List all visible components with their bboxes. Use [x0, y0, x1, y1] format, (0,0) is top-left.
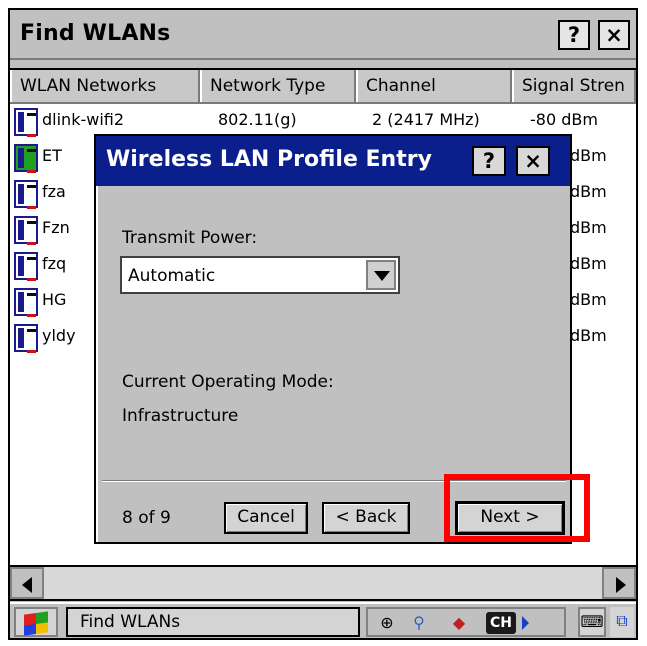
window-title-bar: Find WLANs ? × — [10, 10, 636, 60]
back-button[interactable]: < Back — [322, 502, 410, 534]
wireless-lan-profile-dialog: Wireless LAN Profile Entry ? × Transmit … — [94, 134, 572, 544]
wlan-icon — [14, 288, 38, 317]
diamond-status-icon[interactable]: ◆ — [448, 613, 470, 633]
transmit-power-select[interactable]: Automatic — [120, 256, 400, 294]
row-signal: dBm — [570, 146, 607, 165]
transmit-power-value: Automatic — [128, 266, 216, 286]
column-header-signal[interactable]: Signal Stren — [512, 70, 636, 102]
operating-mode-label: Current Operating Mode: — [122, 372, 334, 392]
row-signal: dBm — [570, 254, 607, 273]
cancel-button[interactable]: Cancel — [224, 502, 308, 534]
chevron-down-icon[interactable] — [366, 260, 396, 290]
input-language-indicator[interactable]: CH — [486, 612, 516, 634]
row-ssid: dlink-wifi2 — [42, 110, 125, 129]
column-header-wlan[interactable]: WLAN Networks — [10, 70, 200, 102]
keyboard-icon[interactable]: ⌨ — [578, 607, 606, 637]
wlan-connected-icon — [14, 144, 38, 173]
network-globe-icon[interactable]: ⊕ — [376, 613, 398, 633]
row-signal: dBm — [570, 218, 607, 237]
operating-mode-value: Infrastructure — [122, 406, 239, 426]
dialog-title: Wireless LAN Profile Entry — [106, 147, 432, 172]
tray-expand-icon[interactable] — [522, 616, 529, 630]
page-indicator: 8 of 9 — [122, 508, 171, 528]
device-screen: Find WLANs ? × WLAN Networks Network Typ… — [8, 8, 638, 640]
help-button[interactable]: ? — [558, 20, 590, 50]
wlan-icon — [14, 252, 38, 281]
wlan-icon — [14, 216, 38, 245]
close-button[interactable]: × — [598, 20, 630, 50]
row-network-type: 802.11(g) — [218, 110, 297, 129]
row-signal: dBm — [570, 290, 607, 309]
wlan-icon — [14, 324, 38, 353]
window-switch-icon[interactable]: ⧉ — [610, 607, 634, 637]
wlan-icon — [14, 108, 38, 137]
row-ssid: fzq — [42, 254, 67, 273]
scroll-left-icon[interactable] — [10, 567, 44, 599]
row-ssid: HG — [42, 290, 67, 309]
windows-logo-icon-lower — [24, 622, 48, 636]
start-button[interactable] — [14, 607, 58, 637]
horizontal-scrollbar[interactable] — [10, 565, 636, 601]
taskbar-item-find-wlans[interactable]: Find WLANs — [66, 607, 360, 637]
row-channel: 2 (2417 MHz) — [372, 110, 480, 129]
row-ssid: Fzn — [42, 218, 70, 237]
connection-icon[interactable]: ⚲ — [408, 613, 430, 633]
row-signal: dBm — [570, 182, 607, 201]
row-ssid: fza — [42, 182, 66, 201]
taskbar: Find WLANs ⊕ ⚲ ◆ CH ⌨ ⧉ — [10, 602, 636, 638]
window-title: Find WLANs — [20, 21, 171, 46]
column-header-channel[interactable]: Channel — [356, 70, 512, 102]
scroll-right-icon[interactable] — [602, 567, 636, 599]
dialog-close-button[interactable]: × — [516, 146, 550, 176]
system-tray: ⊕ ⚲ ◆ CH — [366, 607, 566, 637]
dialog-divider — [102, 480, 566, 482]
dialog-help-button[interactable]: ? — [472, 146, 506, 176]
transmit-power-label: Transmit Power: — [122, 228, 258, 248]
row-ssid: yldy — [42, 326, 76, 345]
row-signal: dBm — [570, 326, 607, 345]
row-ssid: ET — [42, 146, 62, 165]
column-header-type[interactable]: Network Type — [200, 70, 356, 102]
dialog-title-bar: Wireless LAN Profile Entry ? × — [96, 136, 570, 186]
next-button[interactable]: Next > — [455, 501, 565, 535]
row-signal: -80 dBm — [530, 110, 598, 129]
column-headers: WLAN Networks Network Type Channel Signa… — [10, 70, 636, 104]
wlan-icon — [14, 180, 38, 209]
